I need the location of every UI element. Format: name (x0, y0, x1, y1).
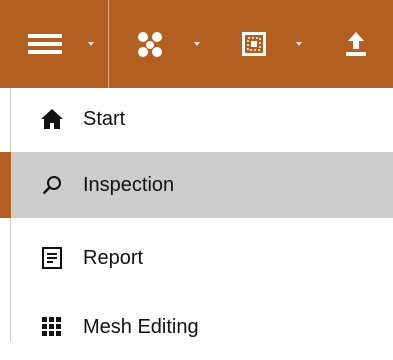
menu-item-inspection[interactable]: Inspection (11, 152, 393, 218)
fit-view-icon (242, 32, 266, 56)
chevron-down-icon (88, 42, 94, 46)
main-menu-dropdown-caret[interactable] (82, 22, 100, 66)
menu-item-report[interactable]: Report (11, 225, 393, 291)
network-button[interactable] (125, 22, 175, 66)
menu-item-label: Start (83, 107, 126, 130)
main-menu-button[interactable] (16, 22, 74, 66)
menu-item-mesh-editing[interactable]: Mesh Editing (11, 294, 393, 360)
top-toolbar (0, 0, 393, 88)
network-dropdown-caret[interactable] (188, 22, 206, 66)
report-document-icon (41, 247, 63, 269)
chevron-down-icon (194, 42, 200, 46)
search-icon (41, 174, 63, 196)
chevron-down-icon (296, 42, 302, 46)
home-icon (41, 108, 63, 130)
menu-item-label: Mesh Editing (83, 315, 199, 338)
mesh-grid-icon (41, 316, 63, 338)
toolbar-separator (108, 0, 109, 88)
menu-item-start[interactable]: Start (11, 86, 393, 152)
fit-view-button[interactable] (232, 22, 276, 66)
fit-view-dropdown-caret[interactable] (290, 22, 308, 66)
hamburger-menu-icon (28, 34, 62, 54)
menu-item-label: Inspection (83, 173, 175, 196)
export-button[interactable] (334, 22, 378, 66)
export-upload-icon (346, 32, 366, 56)
network-nodes-icon (138, 32, 162, 57)
menu-item-label: Report (83, 246, 144, 269)
